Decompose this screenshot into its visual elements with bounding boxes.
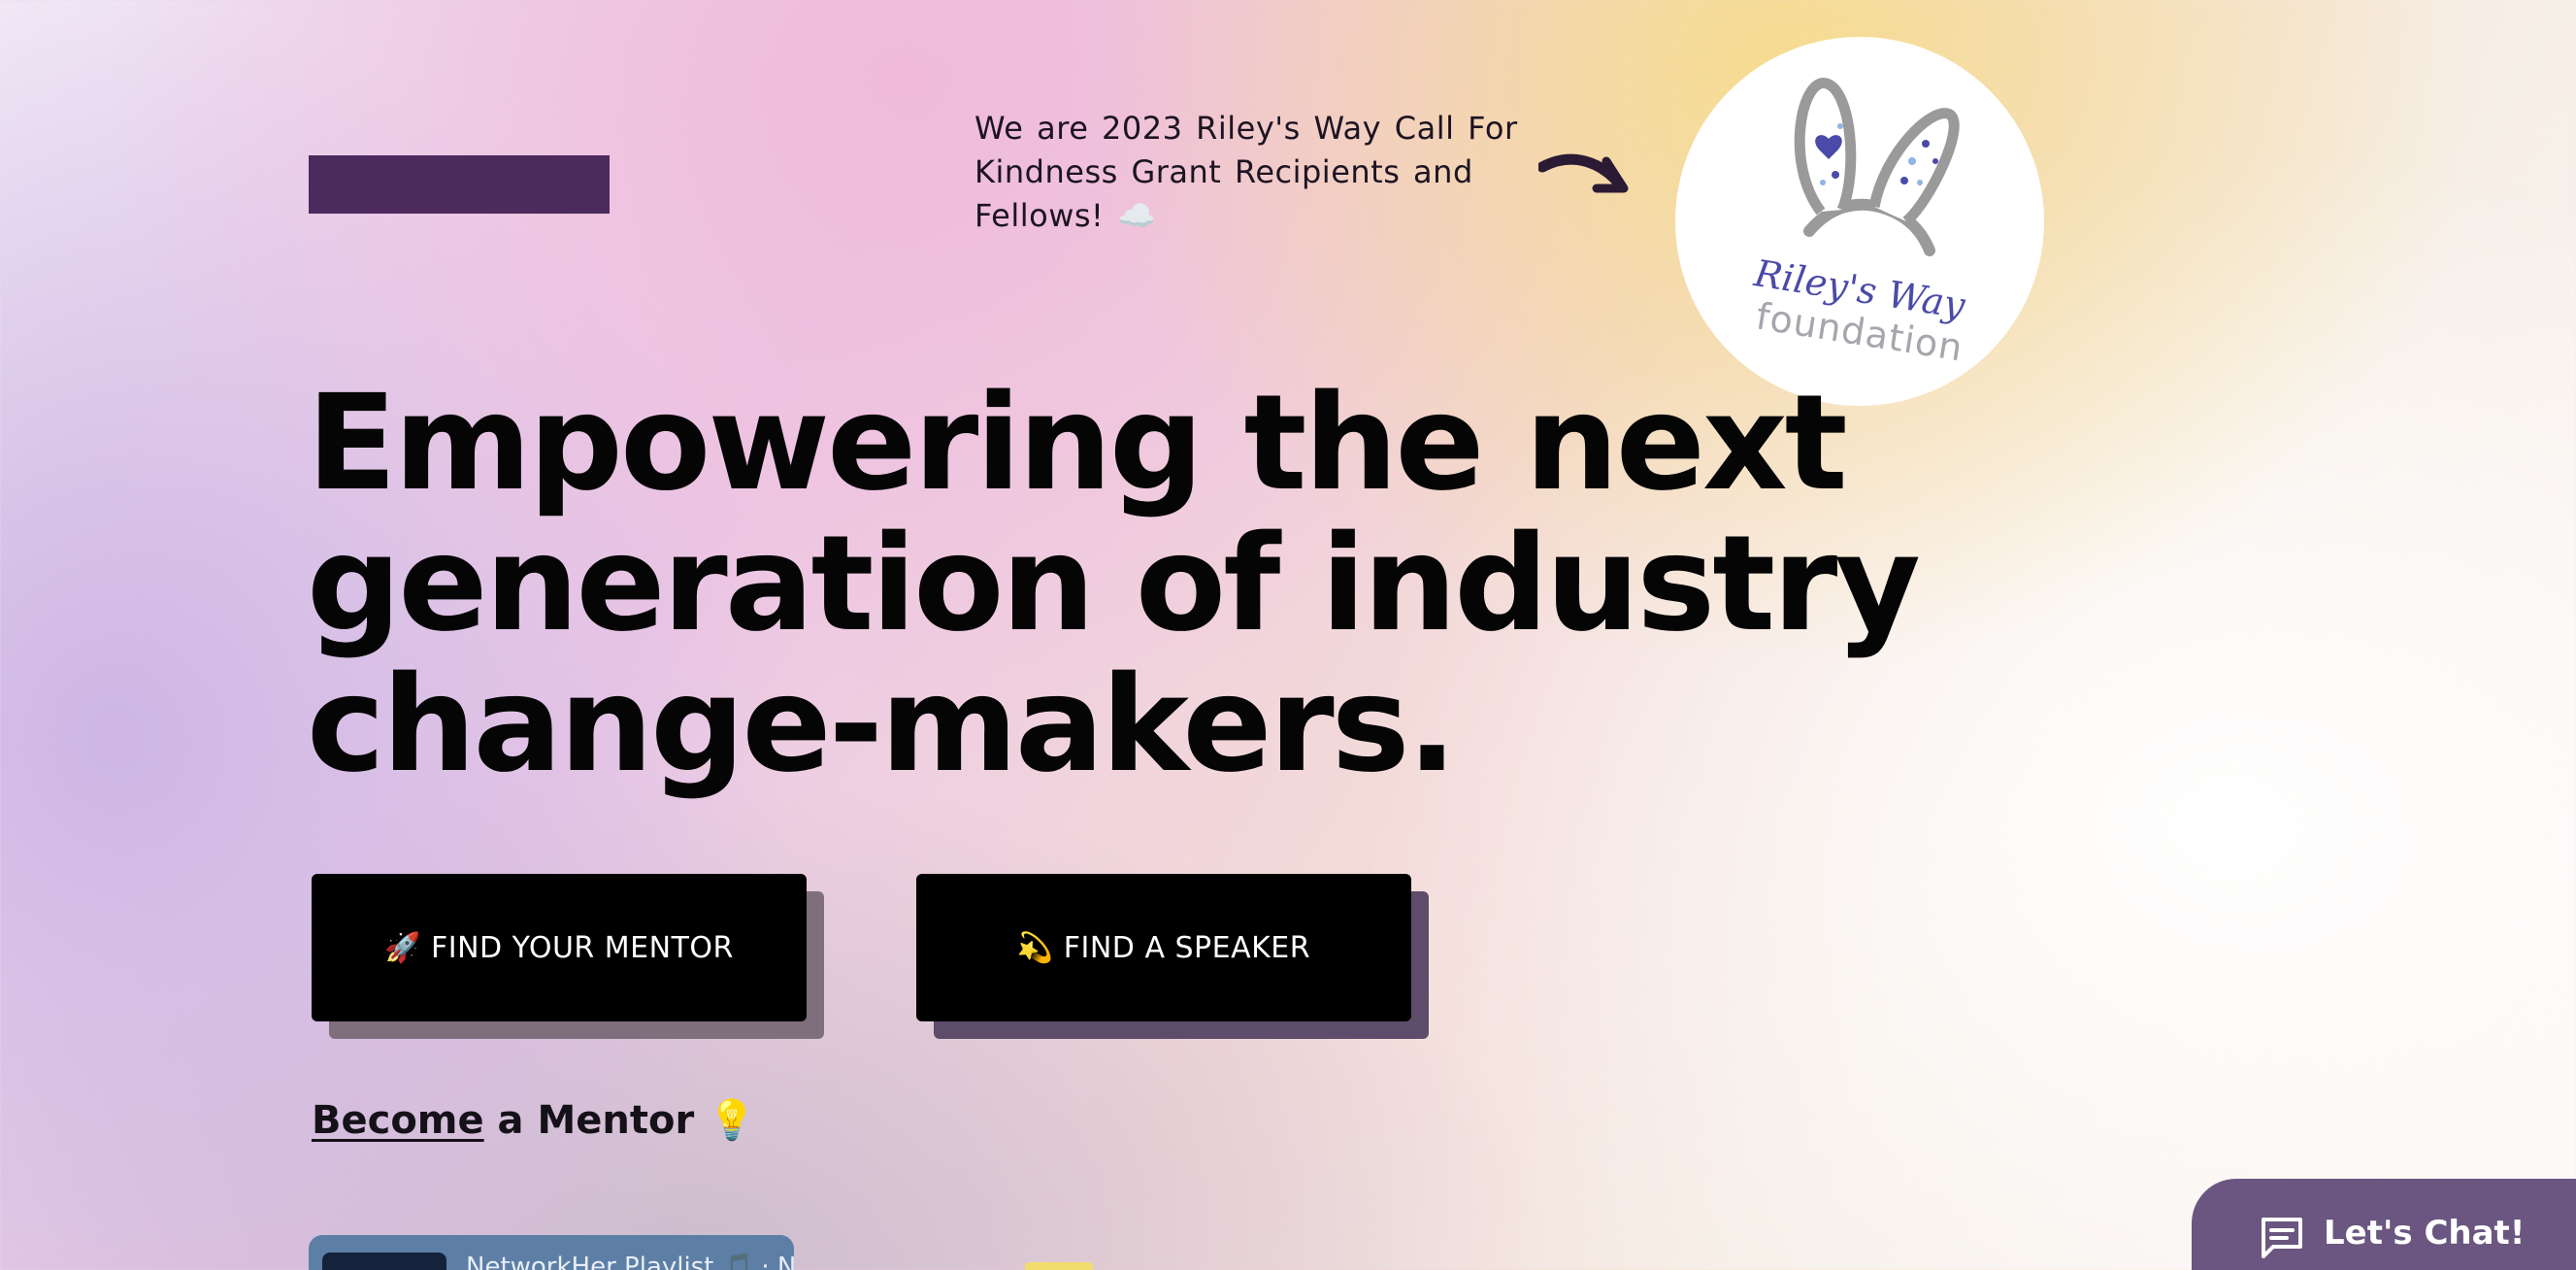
site-logo[interactable] xyxy=(309,155,610,214)
playlist-thumbnail xyxy=(322,1253,446,1270)
arrow-icon xyxy=(1538,153,1629,193)
lets-chat-button[interactable]: Let's Chat! xyxy=(2192,1179,2576,1270)
hero-headline: Empowering the next generation of indust… xyxy=(307,374,2015,796)
announcement-text: We are 2023 Riley's Way Call For Kindnes… xyxy=(974,110,1518,234)
rileys-way-badge[interactable]: Riley's Way foundation xyxy=(1675,37,2044,406)
become-link[interactable]: Become xyxy=(312,1098,484,1143)
playlist-title: NetworkHer Playlist 🎵 · Ne xyxy=(466,1253,794,1270)
chat-icon xyxy=(2262,1218,2302,1258)
become-rest-text: a Mentor xyxy=(483,1098,695,1143)
headline-line: change-makers. xyxy=(307,649,1457,802)
find-your-mentor-button[interactable]: 🚀 FIND YOUR MENTOR xyxy=(312,874,807,1021)
light-bulb-icon: 💡 xyxy=(708,1098,756,1143)
headline-line: generation of industry xyxy=(307,508,1921,661)
headline-line: Empowering the next xyxy=(307,367,1848,520)
decorative-tab xyxy=(1025,1262,1093,1270)
playlist-embed[interactable]: NetworkHer Playlist 🎵 · Ne xyxy=(309,1235,794,1270)
rocket-icon: 🚀 xyxy=(384,930,421,965)
become-a-mentor: Become a Mentor 💡 xyxy=(312,1097,756,1143)
dizzy-star-icon: 💫 xyxy=(1016,930,1054,965)
lets-chat-label: Let's Chat! xyxy=(2324,1214,2526,1253)
find-a-speaker-button[interactable]: 💫 FIND A SPEAKER xyxy=(916,874,1411,1021)
find-your-mentor-label: FIND YOUR MENTOR xyxy=(430,930,734,965)
find-a-speaker-label: FIND A SPEAKER xyxy=(1063,930,1311,965)
